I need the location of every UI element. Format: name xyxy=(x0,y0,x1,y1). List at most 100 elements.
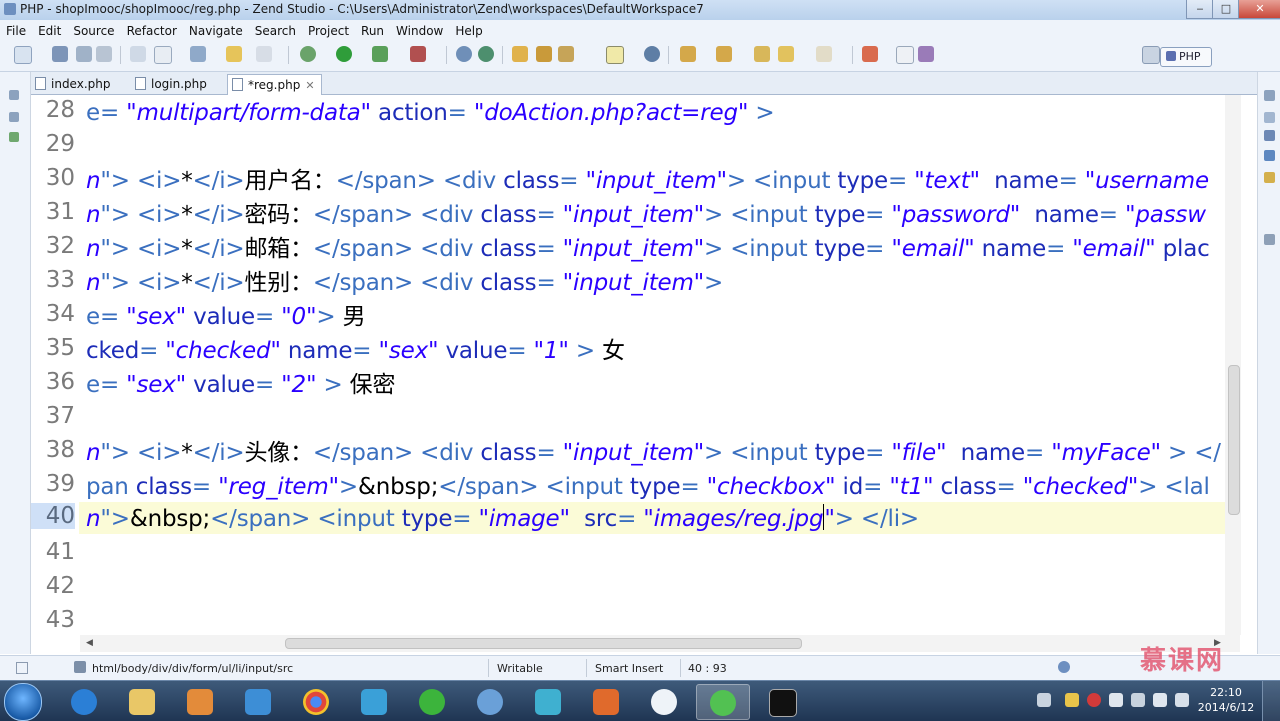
scroll-left-icon[interactable]: ◀ xyxy=(86,638,93,648)
bookmarks-view-icon[interactable] xyxy=(1264,234,1275,245)
folder-icon[interactable] xyxy=(536,46,552,62)
code-editor[interactable]: 28 29 30 31 32 33 34 35 36 37 38 39 40 4… xyxy=(31,95,1225,635)
new-icon[interactable] xyxy=(14,46,32,64)
web-browser-icon[interactable] xyxy=(644,46,660,62)
problems-view-icon[interactable] xyxy=(1264,172,1275,183)
taskbar-command-prompt[interactable] xyxy=(756,684,808,718)
taskbar-network-app[interactable] xyxy=(348,684,400,718)
close-button[interactable]: ✕ xyxy=(1238,0,1280,19)
code-line-32[interactable]: n"> <i>*</i>邮箱：</span> <div class= "inpu… xyxy=(86,233,1210,265)
network-icon[interactable] xyxy=(1109,693,1123,707)
menu-run[interactable]: Run xyxy=(355,22,390,38)
input-method-icon[interactable] xyxy=(1175,693,1189,707)
export-icon[interactable] xyxy=(918,46,934,62)
taskbar-green-app-active[interactable] xyxy=(696,684,750,720)
search-icon[interactable] xyxy=(256,46,272,62)
show-desktop-button[interactable] xyxy=(1262,681,1280,721)
php-perspective-button[interactable]: PHP xyxy=(1160,47,1212,67)
next-annotation-icon[interactable] xyxy=(680,46,696,62)
open-folder-icon[interactable] xyxy=(512,46,528,62)
menu-search[interactable]: Search xyxy=(249,22,302,38)
taskbar-file-explorer[interactable] xyxy=(116,684,168,718)
code-line-38[interactable]: n"> <i>*</i>头像：</span> <div class= "inpu… xyxy=(86,437,1221,469)
taskbar-media-player[interactable] xyxy=(174,684,226,718)
code-line-30[interactable]: n"> <i>*</i>用户名：</span> <div class= "inp… xyxy=(86,165,1209,197)
taskbar-zend-studio[interactable] xyxy=(232,684,284,718)
code-line-39[interactable]: pan class= "reg_item">&nbsp;</span> <inp… xyxy=(86,471,1210,503)
tray-app-icon[interactable] xyxy=(1037,693,1051,707)
server-icon[interactable] xyxy=(456,46,472,62)
taskbar-chat-app[interactable] xyxy=(464,684,516,718)
record-icon[interactable] xyxy=(1087,693,1101,707)
last-edit-icon[interactable] xyxy=(754,46,770,62)
forward-icon[interactable] xyxy=(816,46,832,62)
code-string-token: "sex" xyxy=(378,338,439,364)
menu-window[interactable]: Window xyxy=(390,22,449,38)
print-icon[interactable] xyxy=(96,46,112,62)
menu-navigate[interactable]: Navigate xyxy=(183,22,249,38)
line-number: 36 xyxy=(45,369,75,395)
open-perspective-icon[interactable] xyxy=(1142,46,1160,64)
restore-icon[interactable] xyxy=(1264,90,1275,101)
menu-edit[interactable]: Edit xyxy=(32,22,67,38)
volume-icon[interactable] xyxy=(1153,693,1167,707)
tasks-view-icon[interactable] xyxy=(1264,130,1275,141)
taskbar-green-ball-app[interactable] xyxy=(406,684,458,718)
run-icon[interactable] xyxy=(336,46,352,62)
outline-view-icon[interactable] xyxy=(1264,112,1275,123)
restore-icon[interactable] xyxy=(9,90,19,100)
start-button[interactable] xyxy=(4,683,42,721)
minimize-button[interactable]: ‒ xyxy=(1186,0,1214,19)
window-icon[interactable] xyxy=(896,46,914,64)
refresh-icon[interactable] xyxy=(190,46,206,62)
wand-icon[interactable] xyxy=(558,46,574,62)
menu-file[interactable]: File xyxy=(0,22,32,38)
close-tab-icon[interactable]: ✕ xyxy=(305,79,314,92)
maximize-button[interactable]: □ xyxy=(1212,0,1240,19)
menu-source[interactable]: Source xyxy=(67,22,120,38)
save-icon[interactable] xyxy=(52,46,68,62)
horizontal-scrollbar[interactable]: ◀ ▶ xyxy=(80,635,1240,652)
code-line-35[interactable]: cked= "checked" name= "sex" value= "1" >… xyxy=(86,335,625,367)
open-type-icon[interactable] xyxy=(226,46,242,62)
code-line-36[interactable]: e= "sex" value= "2" > 保密 xyxy=(86,369,395,401)
back-icon[interactable] xyxy=(778,46,794,62)
menu-help[interactable]: Help xyxy=(449,22,488,38)
fast-view-icon[interactable] xyxy=(16,662,28,674)
security-icon[interactable] xyxy=(1131,693,1145,707)
menu-project[interactable]: Project xyxy=(302,22,355,38)
taskbar-cloud-app[interactable] xyxy=(522,684,574,718)
explorer-view-icon[interactable] xyxy=(9,112,19,122)
taskbar-messenger-app[interactable] xyxy=(638,684,690,718)
taskbar-clock[interactable]: 22:10 2014/6/12 xyxy=(1196,685,1256,715)
prev-annotation-icon[interactable] xyxy=(716,46,732,62)
code-line-28[interactable]: e= "multipart/form-data" action= "doActi… xyxy=(86,97,775,129)
taskbar-pdf-app[interactable] xyxy=(580,684,632,718)
globe-icon[interactable] xyxy=(478,46,494,62)
tab-login-php[interactable]: login.php xyxy=(131,74,207,94)
debug-icon[interactable] xyxy=(300,46,316,62)
code-line-31[interactable]: n"> <i>*</i>密码：</span> <div class= "inpu… xyxy=(86,199,1206,231)
vertical-scrollbar[interactable] xyxy=(1225,95,1241,635)
horizontal-scroll-thumb[interactable] xyxy=(285,638,802,649)
taskbar-internet-explorer[interactable] xyxy=(58,684,110,718)
navigator-view-icon[interactable] xyxy=(9,132,19,142)
menu-refactor[interactable]: Refactor xyxy=(121,22,183,38)
code-line-34[interactable]: e= "sex" value= "0"> 男 xyxy=(86,301,366,333)
code-line-33[interactable]: n"> <i>*</i>性别：</span> <div class= "inpu… xyxy=(86,267,723,299)
profile-icon[interactable] xyxy=(410,46,426,62)
console-view-icon[interactable] xyxy=(1264,150,1275,161)
tab-reg-php[interactable]: *reg.php ✕ xyxy=(227,74,322,96)
progress-icon[interactable] xyxy=(1058,661,1070,673)
taskbar-chrome[interactable] xyxy=(290,684,342,718)
properties-icon[interactable] xyxy=(130,46,146,62)
toggle-mark-icon[interactable] xyxy=(606,46,624,64)
vertical-scroll-thumb[interactable] xyxy=(1228,365,1240,515)
edit-icon[interactable] xyxy=(154,46,172,64)
code-line-40[interactable]: n">&nbsp;</span> <input type= "image" sr… xyxy=(86,503,919,535)
tab-index-php[interactable]: index.php xyxy=(31,74,110,94)
tools-icon[interactable] xyxy=(862,46,878,62)
save-all-icon[interactable] xyxy=(76,46,92,62)
run-external-icon[interactable] xyxy=(372,46,388,62)
action-center-icon[interactable] xyxy=(1065,693,1079,707)
